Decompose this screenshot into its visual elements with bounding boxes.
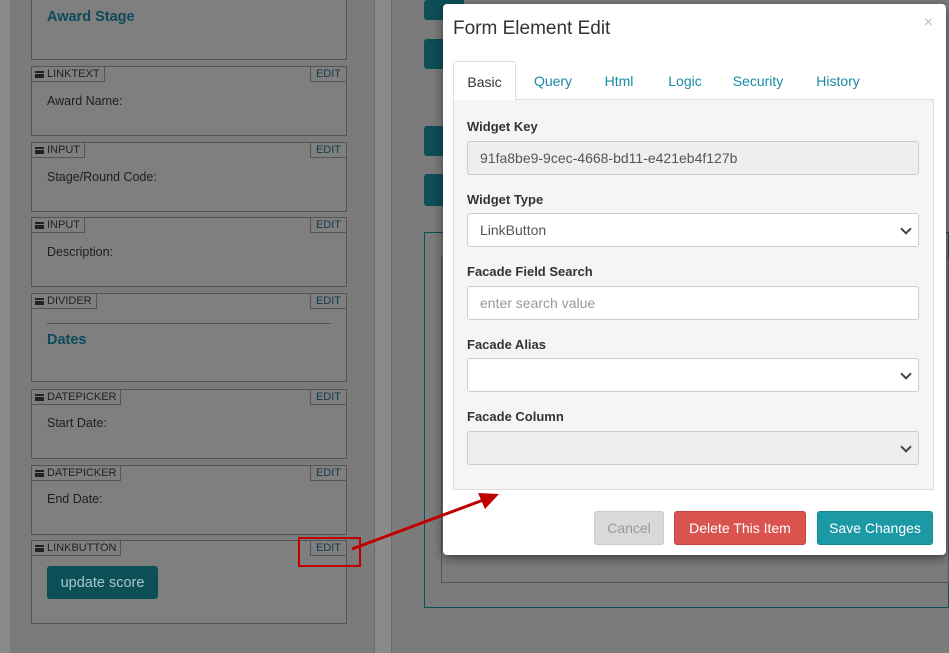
close-icon[interactable]: × [924, 14, 933, 32]
tab-history[interactable]: History [809, 61, 867, 100]
widget-type-tag[interactable]: LINKTEXT [32, 67, 105, 82]
field-label: Award Name: [47, 94, 123, 108]
edit-button[interactable]: EDIT [309, 143, 346, 158]
modal-title: Form Element Edit [453, 18, 611, 39]
facade-alias-label: Facade Alias [467, 337, 547, 352]
facade-field-search-input[interactable]: enter search value [467, 286, 919, 320]
form-element-edit-modal: Form Element Edit × Basic Query Html Log… [443, 4, 946, 555]
drag-handle-icon[interactable] [35, 469, 44, 477]
field-label: Start Date: [47, 416, 107, 430]
tab-logic[interactable]: Logic [659, 61, 711, 100]
widget-key-field[interactable]: 91fa8be9-9cec-4668-bd11-e421eb4f127b [467, 141, 919, 175]
section-heading: Award Stage [47, 9, 135, 25]
chevron-down-icon [900, 368, 912, 380]
drag-handle-icon[interactable] [35, 297, 44, 305]
chevron-down-icon [900, 441, 912, 453]
drag-handle-icon[interactable] [35, 221, 44, 229]
drag-handle-icon[interactable] [35, 544, 44, 552]
field-label: Stage/Round Code: [47, 170, 157, 184]
tab-query[interactable]: Query [524, 61, 582, 100]
drag-handle-icon[interactable] [35, 70, 44, 78]
widget-key-label: Widget Key [467, 119, 538, 134]
section-heading: Dates [47, 332, 87, 348]
drag-handle-icon[interactable] [35, 146, 44, 154]
facade-column-label: Facade Column [467, 409, 564, 424]
widget-type-tag[interactable]: LINKBUTTON [32, 541, 122, 556]
update-score-button[interactable]: update score [47, 566, 158, 599]
widget-type-select[interactable]: LinkButton [467, 213, 919, 247]
edit-button[interactable]: EDIT [309, 466, 346, 481]
tab-basic[interactable]: Basic [453, 61, 516, 101]
edit-button[interactable]: EDIT [309, 294, 346, 309]
widget-divider: DIVIDER EDIT Dates [31, 293, 347, 382]
field-label: End Date: [47, 492, 103, 506]
edit-button[interactable]: EDIT [309, 67, 346, 82]
edit-button[interactable]: EDIT [309, 390, 346, 405]
basic-tab-panel: Widget Key 91fa8be9-9cec-4668-bd11-e421e… [453, 100, 934, 490]
field-label: Description: [47, 245, 113, 259]
widget-input: INPUT EDIT Description: [31, 217, 347, 287]
chevron-down-icon [900, 223, 912, 235]
facade-alias-select[interactable] [467, 358, 919, 392]
save-changes-button[interactable]: Save Changes [817, 511, 933, 545]
facade-column-select[interactable] [467, 431, 919, 465]
modal-tabs: Basic Query Html Logic Security History [453, 61, 934, 101]
widget-type-tag[interactable]: DATEPICKER [32, 390, 122, 405]
delete-item-button[interactable]: Delete This Item [674, 511, 806, 545]
widget-type-tag[interactable]: INPUT [32, 218, 85, 233]
widget-heading: Award Stage [31, 0, 347, 60]
widget-linktext: LINKTEXT EDIT Award Name: [31, 66, 347, 136]
drag-handle-icon[interactable] [35, 393, 44, 401]
widget-type-tag[interactable]: INPUT [32, 143, 85, 158]
widget-type-tag[interactable]: DIVIDER [32, 294, 97, 309]
tab-security[interactable]: Security [725, 61, 791, 100]
widget-type-label: Widget Type [467, 192, 544, 207]
widget-type-tag[interactable]: DATEPICKER [32, 466, 122, 481]
widget-datepicker: DATEPICKER EDIT Start Date: [31, 389, 347, 459]
edit-button[interactable]: EDIT [309, 218, 346, 233]
widget-datepicker: DATEPICKER EDIT End Date: [31, 465, 347, 535]
divider-line [47, 323, 331, 324]
cancel-button[interactable]: Cancel [594, 511, 664, 545]
annotation-highlight-box [298, 537, 361, 567]
tab-html[interactable]: Html [594, 61, 644, 100]
widget-input: INPUT EDIT Stage/Round Code: [31, 142, 347, 212]
facade-field-search-label: Facade Field Search [467, 264, 593, 279]
